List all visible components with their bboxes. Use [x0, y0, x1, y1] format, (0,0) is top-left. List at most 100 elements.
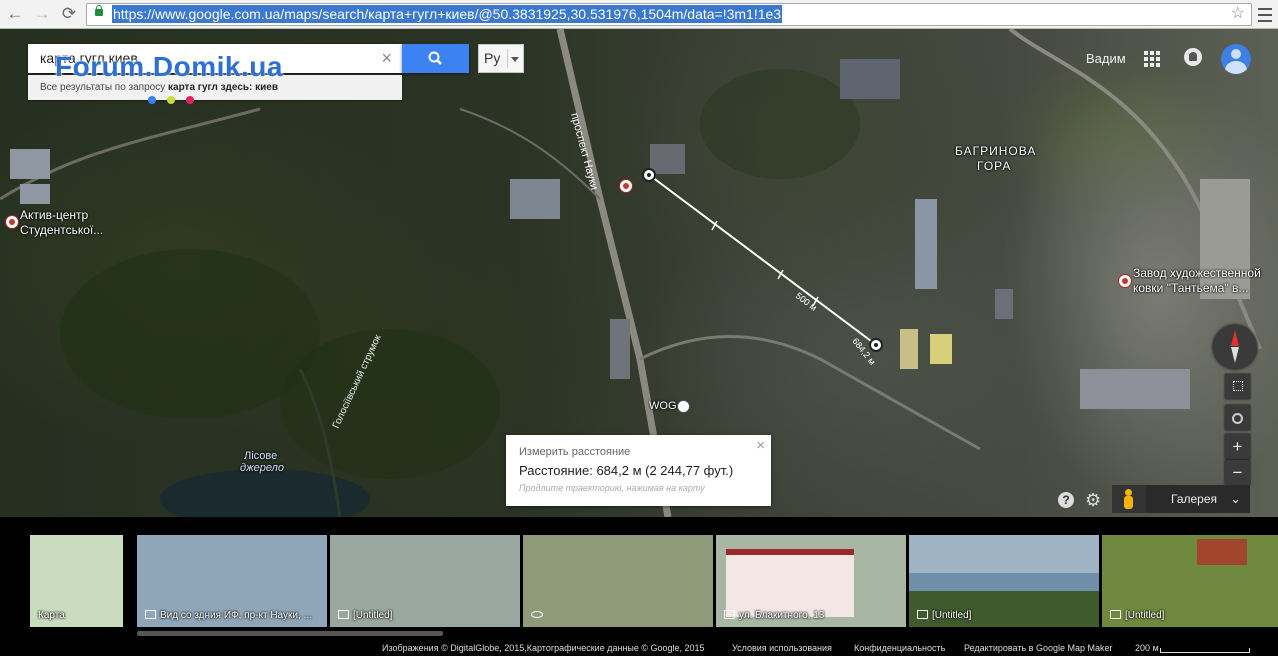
thumb-image — [523, 535, 713, 627]
forward-arrow-icon: → — [33, 4, 51, 23]
browser-menu-icon[interactable] — [1256, 4, 1274, 24]
poi-label[interactable]: Студентської... — [20, 223, 103, 237]
thumb-caption: Вид со здния ИФ, пр-кт Науки, ... — [160, 610, 312, 621]
imagery-attribution: Изображения © DigitalGlobe, 2015,Картогр… — [382, 643, 705, 653]
gallery-thumb[interactable]: ул. Блакитного, 13 — [716, 535, 906, 627]
help-icon[interactable]: ? — [1058, 492, 1074, 508]
bookmark-star-icon[interactable]: ☆ — [1231, 4, 1245, 24]
stream-label: Голосіївський струмок — [331, 333, 384, 431]
satellite-map[interactable]: 500 м 684,2 м проспект Науки Голосіївськ… — [0, 29, 1278, 517]
lock-icon — [95, 5, 103, 16]
account-name[interactable]: Вадим — [1086, 51, 1126, 66]
search-button[interactable] — [402, 44, 469, 73]
address-bar[interactable]: https://www.google.com.ua/maps/search/ка… — [86, 3, 1252, 26]
spring-label: Лісове — [244, 450, 278, 462]
building — [1080, 369, 1190, 409]
measure-title: Измерить расстояние — [519, 446, 631, 458]
zoom-in-button[interactable]: + — [1225, 434, 1250, 459]
thumb-caption: [Untitled] — [1125, 610, 1165, 621]
gallery-thumb[interactable]: [Untitled] — [330, 535, 520, 627]
building — [610, 319, 630, 379]
building — [930, 334, 952, 364]
building — [650, 144, 685, 174]
camera-icon — [145, 610, 156, 619]
panorama-360-icon — [531, 611, 543, 618]
scale-bar — [1160, 648, 1250, 653]
camera-icon — [338, 610, 349, 619]
measure-hint: Продлите траекторию, нажимая на карту — [519, 483, 705, 493]
privacy-link[interactable]: Конфиденциальность — [854, 640, 945, 656]
district-label: ГОРА — [977, 159, 1012, 173]
thumb-caption: [Untitled] — [353, 610, 393, 621]
scale-label[interactable]: 200 м — [1135, 640, 1159, 656]
back-button[interactable]: ← — [4, 3, 26, 25]
measure-distance-card: Измерить расстояние Расстояние: 684,2 м … — [506, 435, 771, 506]
search-icon — [428, 51, 442, 65]
gallery-thumb-panorama[interactable] — [523, 535, 713, 627]
gallery-thumb[interactable]: [Untitled] — [1102, 535, 1278, 627]
building — [840, 59, 900, 99]
poi-marker[interactable] — [619, 179, 633, 193]
forward-button[interactable]: → — [31, 3, 53, 25]
apps-grid-icon[interactable] — [1144, 51, 1160, 67]
gallery-scrollbar[interactable] — [137, 631, 443, 636]
road — [639, 335, 981, 451]
building-facade — [726, 549, 854, 617]
chevron-down-icon: ⌄ — [1230, 491, 1241, 506]
river — [909, 573, 1099, 591]
notifications-bell-icon[interactable] — [1184, 48, 1202, 66]
gallery-label: Галерея — [1171, 492, 1218, 506]
compass-control[interactable] — [1213, 325, 1257, 369]
measure-end-point[interactable] — [869, 338, 883, 352]
gallery-thumb[interactable]: [Untitled] — [909, 535, 1099, 627]
building — [915, 199, 937, 289]
browser-toolbar: ← → ⟳ https://www.google.com.ua/maps/sea… — [0, 0, 1278, 29]
gallery-toggle-button[interactable]: Галерея ⌄ — [1146, 485, 1250, 513]
building — [10, 149, 50, 179]
close-icon[interactable]: × — [756, 437, 765, 454]
tilt-control[interactable] — [1225, 374, 1250, 399]
gear-icon[interactable]: ⚙ — [1085, 491, 1101, 509]
building — [995, 289, 1013, 319]
pegman-icon[interactable] — [1112, 485, 1146, 513]
compass-south-icon — [1231, 347, 1239, 363]
camera-icon — [1110, 610, 1121, 619]
measure-start-point[interactable] — [642, 168, 656, 182]
zoom-out-button[interactable]: − — [1225, 460, 1250, 485]
photo-gallery-strip: Карта Вид со здния ИФ, пр-кт Науки, ... … — [0, 517, 1278, 640]
measure-distance: Расстояние: 684,2 м (2 244,77 фут.) — [519, 463, 734, 478]
poi-label[interactable]: Актив-центр — [20, 208, 88, 222]
measure-500-label: 500 м — [794, 291, 819, 313]
building — [900, 329, 918, 369]
gallery-thumb[interactable]: Вид со здния ИФ, пр-кт Науки, ... — [137, 535, 327, 627]
poi-marker[interactable] — [5, 215, 19, 229]
building — [510, 179, 560, 219]
poi-marker[interactable] — [1118, 274, 1132, 288]
avatar[interactable] — [1221, 44, 1251, 74]
measure-line — [647, 173, 876, 345]
forum-watermark: Forum.Domik.ua — [55, 51, 283, 82]
gas-station-label[interactable]: WOG — [649, 400, 677, 412]
camera-icon — [724, 610, 735, 619]
poi-label[interactable]: Завод художественной — [1133, 266, 1261, 280]
location-target-icon — [1232, 413, 1243, 425]
gas-station-icon[interactable] — [677, 400, 690, 413]
edit-map-link[interactable]: Редактировать в Google Map Maker — [964, 640, 1113, 656]
poi-label[interactable]: ковки "Тантьема" в... — [1133, 281, 1248, 295]
thumb-caption: ул. Блакитного, 13 — [739, 610, 825, 621]
camera-icon — [917, 610, 928, 619]
clear-search-icon[interactable]: × — [381, 44, 392, 73]
loading-dots — [148, 91, 205, 109]
language-select[interactable]: Ру — [478, 44, 524, 73]
map-footer: Изображения © DigitalGlobe, 2015,Картогр… — [0, 640, 1278, 656]
my-location-button[interactable] — [1225, 405, 1250, 430]
compass-north-icon — [1231, 330, 1239, 346]
terms-link[interactable]: Условия использования — [732, 640, 832, 656]
building — [20, 184, 50, 204]
reload-button[interactable]: ⟳ — [58, 3, 80, 25]
url-text[interactable]: https://www.google.com.ua/maps/search/ка… — [112, 5, 783, 23]
trees — [909, 591, 1099, 627]
house — [1197, 539, 1247, 565]
chevron-down-icon — [511, 57, 519, 62]
gallery-thumb-map[interactable]: Карта — [30, 535, 123, 627]
